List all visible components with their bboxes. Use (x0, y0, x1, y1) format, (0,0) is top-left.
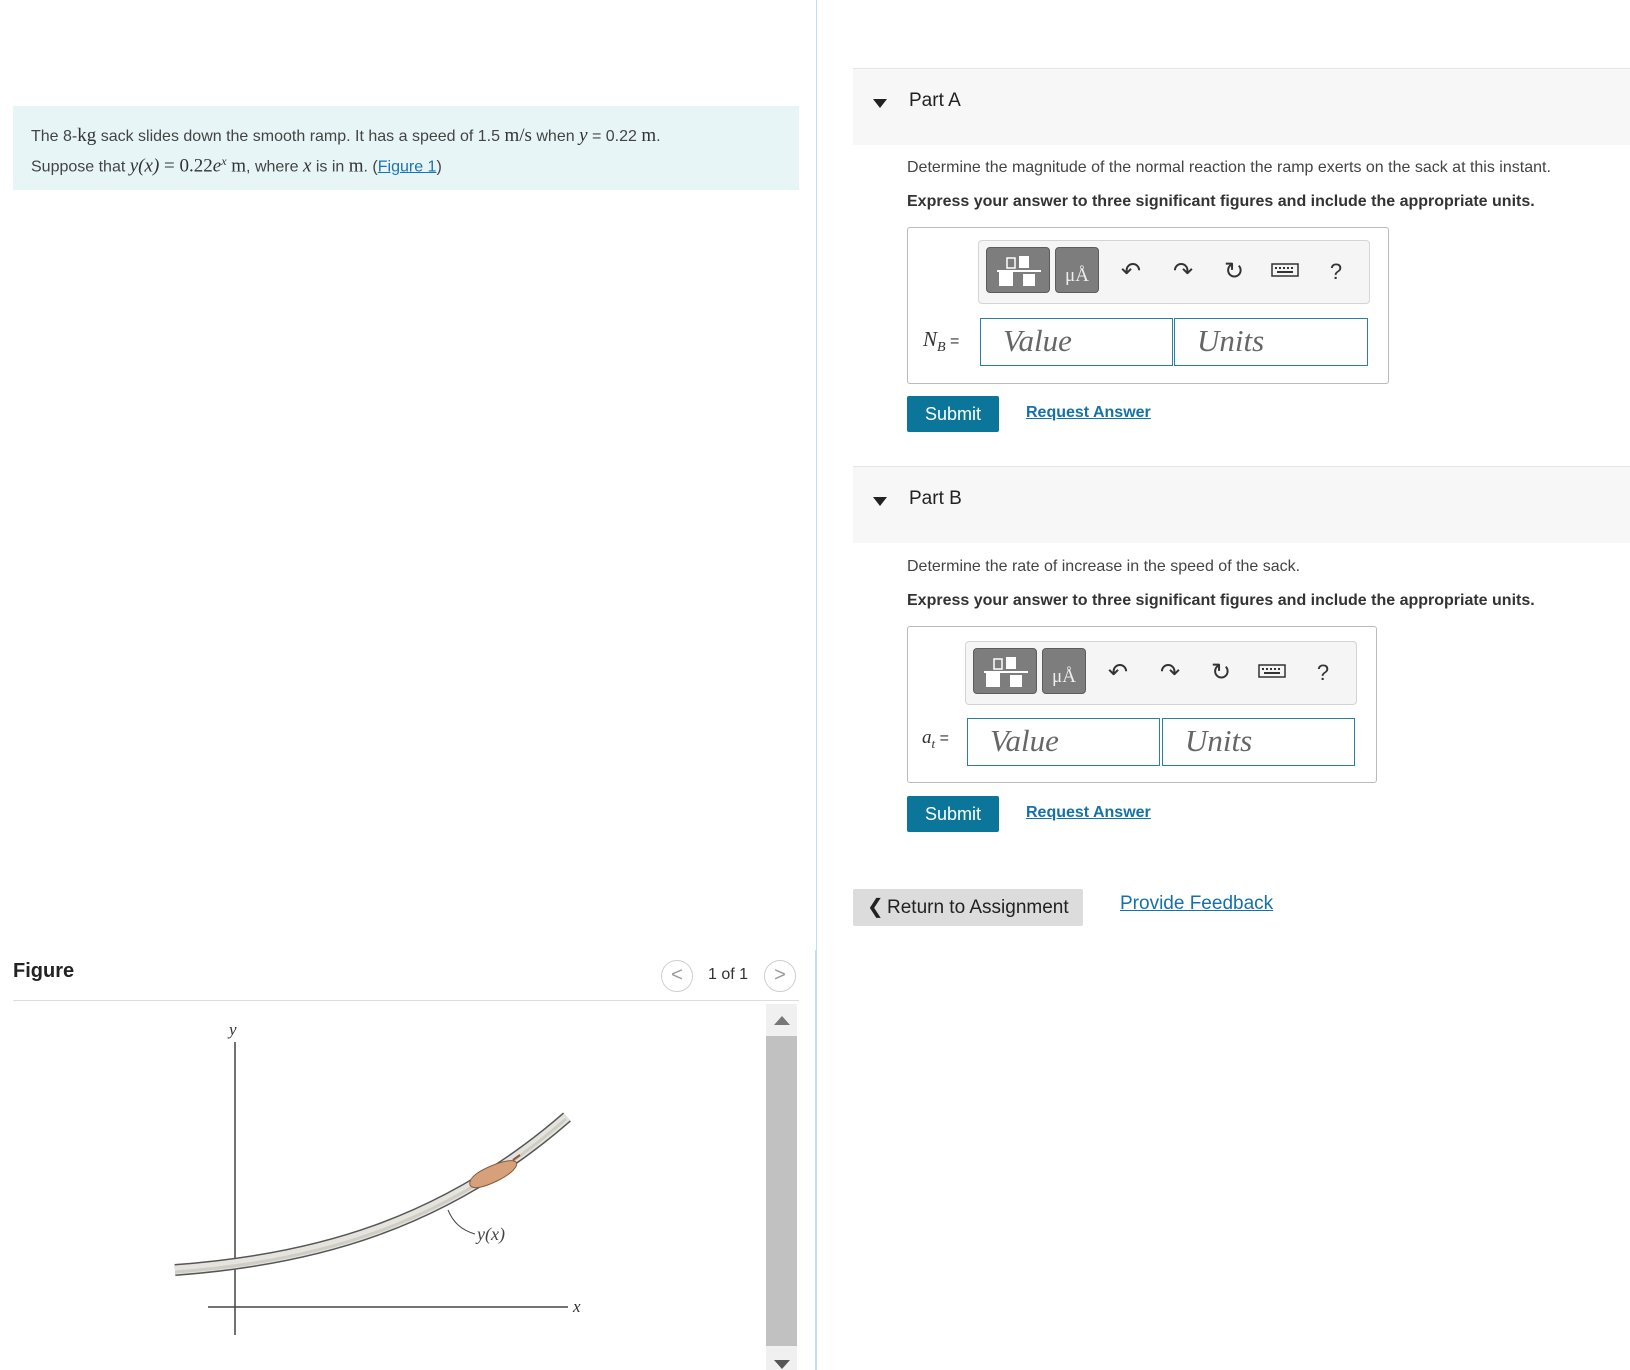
problem-text: , where (246, 158, 303, 176)
units-symbol-button[interactable]: μÅ (1042, 648, 1086, 694)
reset-icon[interactable]: ↻ (1206, 658, 1236, 688)
problem-text: The 8- (31, 128, 78, 145)
part-b-header[interactable]: Part B (853, 466, 1630, 543)
part-b-value-input[interactable]: Value (967, 718, 1160, 766)
redo-icon[interactable]: ↷ (1155, 658, 1185, 688)
help-icon[interactable]: ? (1321, 257, 1351, 287)
math-unit: m (226, 155, 247, 177)
ramp (174, 1112, 571, 1276)
return-label: Return to Assignment (887, 897, 1069, 918)
problem-text: is in (311, 158, 349, 176)
part-b-units-input[interactable]: Units (1162, 718, 1355, 766)
part-a-header[interactable]: Part A (853, 68, 1630, 145)
part-a-request-answer-link[interactable]: Request Answer (1026, 404, 1151, 422)
problem-text: Suppose that (31, 158, 130, 176)
figure-title: Figure (13, 960, 75, 982)
part-b-label: Part B (909, 488, 962, 509)
undo-icon[interactable]: ↶ (1116, 257, 1146, 287)
part-a-label: Part A (909, 90, 961, 111)
math-unit: m/s (504, 125, 532, 146)
part-a-toolbar: μÅ ↶ ↷ ↻ ? (978, 240, 1370, 304)
templates-button[interactable] (973, 648, 1037, 694)
part-a-answer-box: μÅ ↶ ↷ ↻ ? NB = Value Units (907, 227, 1389, 384)
problem-text: . (656, 128, 661, 145)
y-axis-label: y (227, 1020, 237, 1039)
collapse-triangle-icon[interactable] (873, 497, 887, 506)
templates-icon (984, 657, 1028, 687)
problem-line-1: The 8-kg sack slides down the smooth ram… (31, 124, 781, 149)
curve-leader-line (447, 1209, 476, 1235)
part-b-instruction: Express your answer to three significant… (907, 592, 1535, 609)
part-a-question: Determine the magnitude of the normal re… (907, 159, 1551, 176)
column-divider-lower (815, 950, 817, 1370)
part-b-submit-button[interactable]: Submit (907, 796, 999, 832)
reset-icon[interactable]: ↻ (1219, 257, 1249, 287)
ramp-figure: y x y(x) (174, 1020, 581, 1335)
chevron-left-icon: ❮ (867, 896, 884, 918)
figure-link[interactable]: Figure 1 (378, 158, 437, 175)
keyboard-icon[interactable] (1257, 658, 1287, 688)
problem-text: ) (436, 158, 442, 176)
keyboard-icon[interactable] (1270, 257, 1300, 287)
math-unit: m (348, 155, 364, 177)
part-a-value-input[interactable]: Value (980, 318, 1173, 366)
problem-text: sack slides down the smooth ramp. It has… (96, 128, 505, 145)
part-a-variable: NB = (923, 327, 959, 356)
provide-feedback-link[interactable]: Provide Feedback (1120, 893, 1273, 915)
math-expression: = 0.22 (159, 155, 213, 177)
figure-next-button[interactable]: > (764, 960, 796, 992)
scrollbar-thumb[interactable] (766, 1036, 797, 1346)
problem-statement: The 8-kg sack slides down the smooth ram… (13, 106, 799, 190)
equals-sign: = (935, 730, 949, 747)
figure-scrollbar[interactable] (766, 1004, 797, 1370)
math-unit: kg (77, 125, 97, 146)
math-var: y (579, 125, 588, 146)
math-unit: m (641, 125, 657, 146)
variable-subscript: B (937, 340, 946, 356)
variable-main: N (923, 327, 938, 351)
part-a-submit-button[interactable]: Submit (907, 396, 999, 432)
return-to-assignment-button[interactable]: ❮ Return to Assignment (853, 889, 1083, 926)
variable-main: a (922, 727, 932, 748)
figure-header: Figure < 1 of 1 > (13, 948, 799, 1001)
scroll-down-arrow[interactable] (774, 1360, 790, 1369)
part-b-answer-box: μÅ ↶ ↷ ↻ ? at = Value Units (907, 626, 1377, 783)
problem-line-2: Suppose that y(x) = 0.22ex m, where x is… (31, 149, 781, 179)
templates-button[interactable] (986, 247, 1050, 293)
problem-text: . ( (363, 158, 378, 176)
equals-sign: = (945, 333, 960, 350)
redo-icon[interactable]: ↷ (1168, 257, 1198, 287)
figure-prev-button[interactable]: < (661, 960, 693, 992)
part-b-toolbar: μÅ ↶ ↷ ↻ ? (965, 641, 1357, 705)
x-axis-label: x (572, 1297, 581, 1316)
templates-icon (997, 256, 1041, 286)
part-a-instruction: Express your answer to three significant… (907, 193, 1535, 210)
collapse-triangle-icon[interactable] (873, 99, 887, 108)
part-b-request-answer-link[interactable]: Request Answer (1026, 804, 1151, 822)
help-icon[interactable]: ? (1308, 658, 1338, 688)
figure-counter: 1 of 1 (708, 966, 749, 983)
undo-icon[interactable]: ↶ (1103, 658, 1133, 688)
part-b-question: Determine the rate of increase in the sp… (907, 558, 1301, 575)
problem-text: = 0.22 (587, 128, 642, 145)
scroll-up-arrow[interactable] (774, 1016, 790, 1025)
part-b-variable: at = (922, 727, 949, 752)
part-a-units-input[interactable]: Units (1174, 318, 1368, 366)
curve-label: y(x) (475, 1224, 505, 1245)
math-function: y(x) (129, 155, 160, 177)
math-var: e (212, 155, 222, 177)
problem-text: when (531, 128, 580, 145)
units-symbol-button[interactable]: μÅ (1055, 247, 1099, 293)
